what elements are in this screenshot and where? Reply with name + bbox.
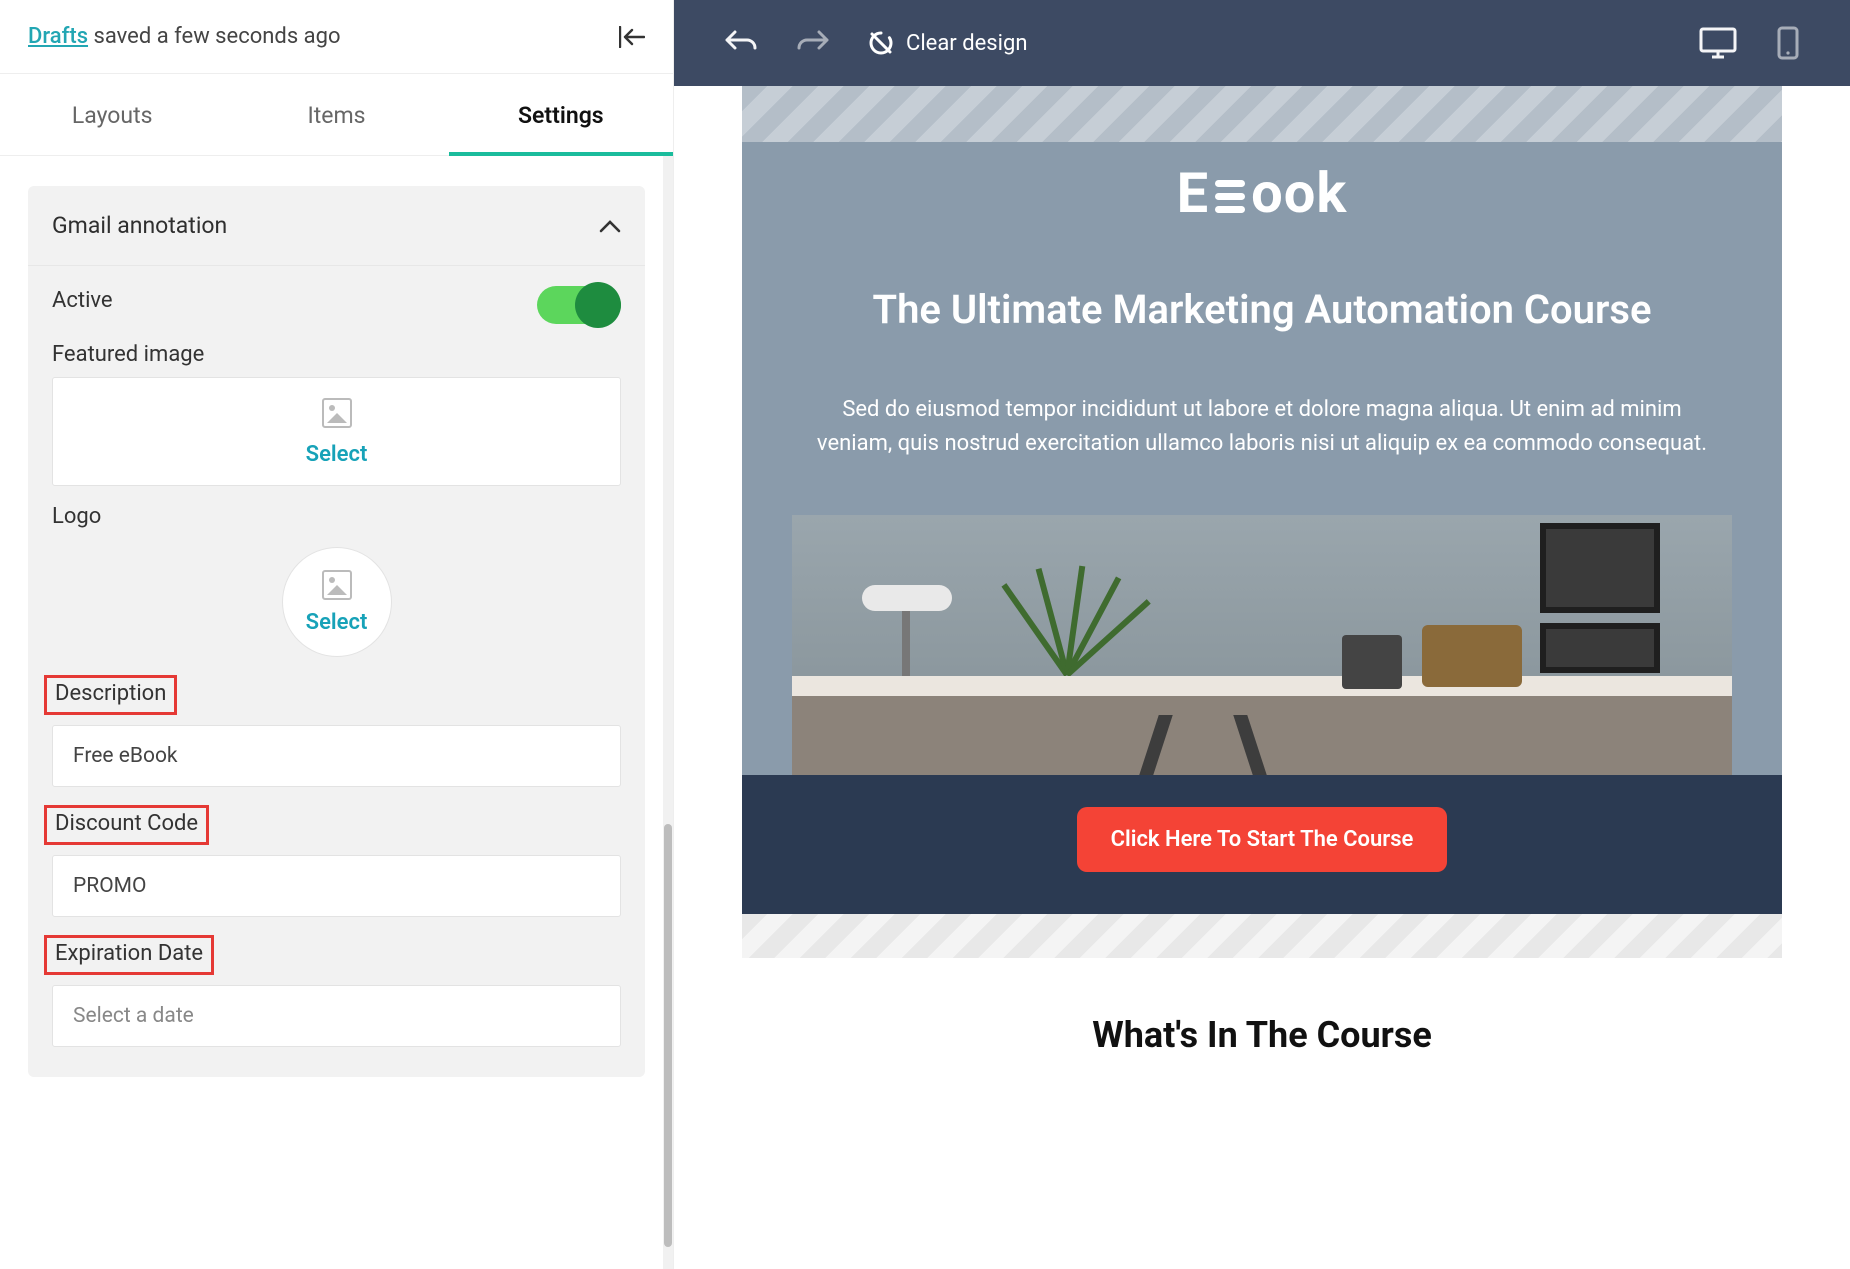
featured-image-label: Featured image	[52, 342, 204, 367]
sidebar-scrollbar[interactable]	[663, 156, 673, 1269]
redo-icon[interactable]	[796, 30, 830, 56]
start-course-button[interactable]: Click Here To Start The Course	[1077, 807, 1448, 872]
tab-layouts[interactable]: Layouts	[0, 74, 224, 155]
select-logo-link[interactable]: Select	[306, 610, 368, 635]
active-toggle[interactable]	[537, 286, 621, 324]
sidebar-tabs: Layouts Items Settings	[0, 74, 673, 156]
editor-toolbar: Clear design	[674, 0, 1850, 86]
expiration-date-label: Expiration Date	[44, 935, 214, 975]
select-featured-image-link[interactable]: Select	[53, 442, 620, 467]
description-label: Description	[44, 675, 177, 715]
featured-image-picker[interactable]: Select	[52, 377, 621, 486]
drafts-link[interactable]: Drafts	[28, 24, 88, 49]
expiration-date-input[interactable]: Select a date	[52, 985, 621, 1047]
logo-label: Logo	[52, 504, 101, 529]
hero-headline: The Ultimate Marketing Automation Course	[792, 286, 1732, 333]
active-label: Active	[52, 288, 113, 313]
desktop-preview-icon[interactable]	[1698, 26, 1738, 60]
cta-band: Click Here To Start The Course	[742, 775, 1782, 914]
decorative-stripe	[742, 914, 1782, 958]
book-lines-icon	[1215, 180, 1245, 213]
discount-code-input[interactable]: PROMO	[52, 855, 621, 917]
chevron-up-icon[interactable]	[599, 219, 621, 233]
clear-design-icon	[868, 30, 894, 56]
mobile-preview-icon[interactable]	[1776, 25, 1800, 61]
section-title: Gmail annotation	[52, 212, 227, 239]
settings-sidebar: Drafts saved a few seconds ago Layouts I…	[0, 0, 674, 1269]
course-section-heading: What's In The Course	[742, 958, 1782, 1096]
tab-settings[interactable]: Settings	[449, 74, 673, 155]
hero-photo	[792, 515, 1732, 775]
decorative-stripe	[742, 86, 1782, 142]
clear-design-label: Clear design	[906, 31, 1028, 56]
image-placeholder-icon	[322, 398, 352, 428]
save-status-text: saved a few seconds ago	[94, 24, 341, 49]
tab-items[interactable]: Items	[224, 74, 448, 155]
email-preview: E ook The Ultimate Marketing Automation …	[742, 86, 1782, 1229]
image-placeholder-icon	[322, 570, 352, 600]
clear-design-button[interactable]: Clear design	[868, 30, 1028, 56]
gmail-annotation-section: Gmail annotation Active Featured image	[28, 186, 645, 1077]
logo-picker[interactable]: Select	[282, 547, 392, 657]
editor-area: Clear design E ook The Ultimate Mar	[674, 0, 1850, 1269]
save-status-bar: Drafts saved a few seconds ago	[0, 0, 673, 74]
collapse-sidebar-icon[interactable]	[619, 26, 645, 48]
undo-icon[interactable]	[724, 30, 758, 56]
discount-code-label: Discount Code	[44, 805, 209, 845]
ebook-logo: E ook	[792, 160, 1732, 226]
description-input[interactable]: Free eBook	[52, 725, 621, 787]
hero-body: Sed do eiusmod tempor incididunt ut labo…	[792, 393, 1732, 461]
hero-block: E ook The Ultimate Marketing Automation …	[742, 142, 1782, 775]
